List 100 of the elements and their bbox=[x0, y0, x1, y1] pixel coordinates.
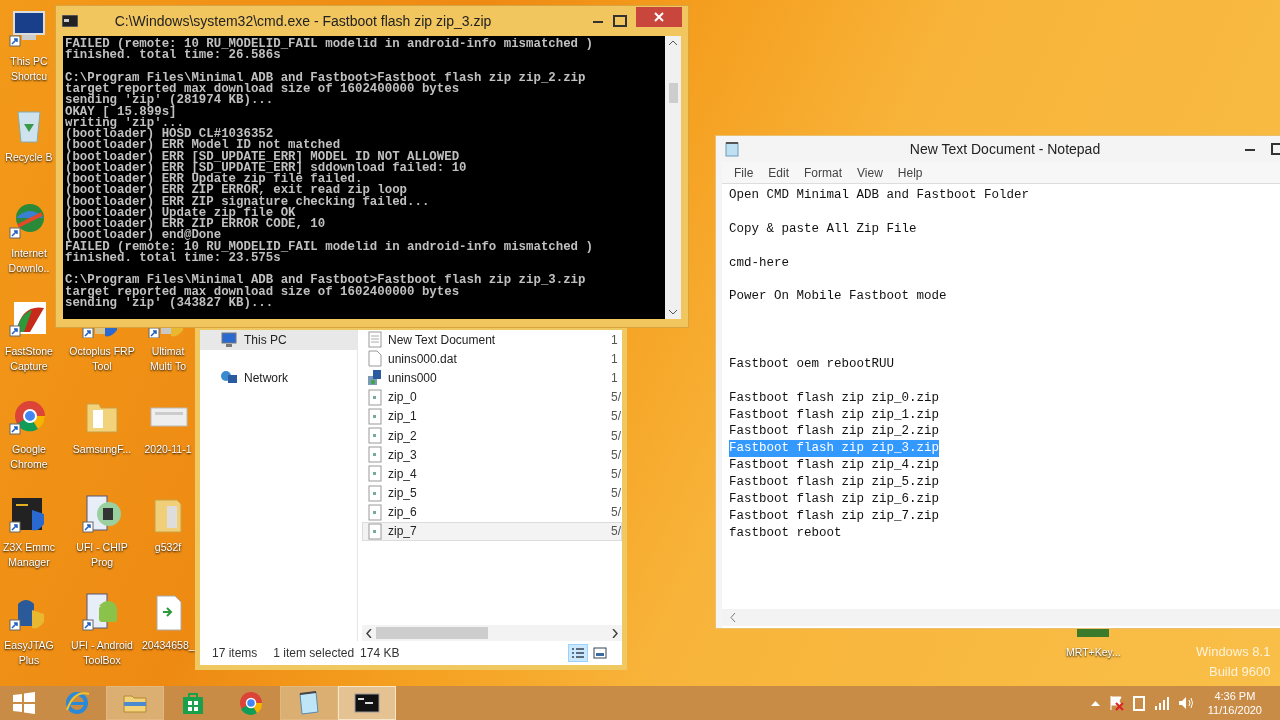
scroll-right-icon bbox=[612, 628, 618, 638]
watermark-text: Build 9600 bbox=[1208, 663, 1271, 681]
horizontal-scrollbar[interactable] bbox=[722, 609, 1280, 626]
console-line: (bootloader) ERR ZIP signature checking failed... bbox=[65, 196, 431, 208]
date-cell-text: 5/ bbox=[611, 485, 621, 503]
text-line: Power On Mobile Fastboot mode bbox=[729, 288, 947, 306]
window-title: New Text Document - Notepad bbox=[908, 139, 1102, 159]
console-line: sending 'zip' (281974 KB)... bbox=[65, 95, 275, 107]
nav-item[interactable]: Network bbox=[200, 368, 357, 388]
console-line: target reported max download size of 1602400000 bytes bbox=[65, 286, 461, 298]
device-icon[interactable] bbox=[1131, 695, 1146, 711]
chrome-icon bbox=[238, 690, 264, 716]
file-row[interactable]: zip_0 5/ bbox=[362, 387, 622, 407]
vertical-scrollbar[interactable] bbox=[665, 36, 681, 319]
console-line: C:\Program Files\Minimal ADB and Fastboot>Fastboot flash zip zip_3.zip bbox=[65, 275, 587, 287]
item-count: 17 items bbox=[212, 645, 258, 662]
text-line: Open CMD Minimal ADB and Fastboot Folder bbox=[729, 187, 1030, 204]
scroll-up-icon bbox=[669, 40, 677, 45]
file-row[interactable]: unins000.dat 1 bbox=[362, 349, 622, 369]
menu-item[interactable]: Edit bbox=[768, 163, 790, 182]
file-row[interactable]: zip_6 5/ bbox=[362, 502, 622, 522]
scrollbar-thumb[interactable] bbox=[376, 627, 488, 639]
text-line: Fastboot flash zip zip_1.zip bbox=[729, 406, 940, 424]
file-row[interactable]: zip_4 5/ bbox=[362, 464, 622, 484]
text-line: cmd-here bbox=[729, 254, 789, 272]
list-icon bbox=[571, 647, 585, 659]
date-cell-text: 5/ bbox=[611, 465, 621, 483]
console-icon bbox=[354, 690, 380, 716]
zip-file-icon bbox=[367, 522, 383, 540]
file-row[interactable]: zip_2 5/ bbox=[362, 425, 622, 446]
text-line: Copy & paste All Zip File bbox=[729, 220, 917, 238]
console-line: FAILED (remote: 10 RU_MODELID_FAIL modelid in android-info mismatched ) bbox=[65, 241, 594, 253]
date-cell-text: 1 bbox=[611, 350, 619, 368]
notepad-icon bbox=[724, 141, 740, 157]
file-row[interactable]: zip_7 5/ bbox=[362, 521, 622, 542]
file-row[interactable]: zip_3 5/ bbox=[362, 445, 622, 465]
flag-icon[interactable] bbox=[1107, 695, 1124, 711]
scrollbar-thumb[interactable] bbox=[668, 82, 678, 103]
text-line: Fastboot flash zip zip_4.zip bbox=[729, 457, 940, 475]
signal-icon[interactable] bbox=[1153, 696, 1170, 710]
console-line: (bootloader) ERR [SD_UPDATE_ERR] MODEL ID NOT ALLOWED bbox=[65, 151, 460, 163]
close-icon bbox=[654, 12, 664, 22]
text-line: Fastboot flash zip zip_6.zip bbox=[729, 491, 940, 508]
zip-file-icon bbox=[367, 484, 383, 502]
menu-item[interactable]: Help bbox=[897, 163, 923, 182]
zip-file-icon bbox=[367, 388, 383, 406]
text-line: Fastboot flash zip zip_2.zip bbox=[729, 423, 940, 441]
details-view-button[interactable] bbox=[568, 644, 588, 662]
internet-explorer-icon bbox=[64, 690, 90, 716]
text-line: Fastboot flash zip zip_5.zip bbox=[729, 474, 940, 492]
file-row[interactable]: zip_5 5/ bbox=[362, 483, 622, 503]
file-icon bbox=[367, 350, 383, 368]
zip-file-icon bbox=[367, 503, 383, 521]
date-cell-text: 5/ bbox=[611, 408, 621, 426]
store-icon bbox=[180, 690, 206, 716]
console-line: finished. total time: 26.586s bbox=[65, 50, 281, 62]
console-line: (bootloader) ERR ZIP ERROR, exit read zip loop bbox=[65, 185, 408, 197]
computer-icon bbox=[220, 332, 238, 348]
zip-file-icon bbox=[367, 446, 383, 464]
chevron-up-icon[interactable] bbox=[1090, 700, 1100, 706]
text-line: Fastboot flash zip zip_7.zip bbox=[729, 507, 940, 525]
date-cell-text: 5/ bbox=[611, 523, 621, 541]
menu-item[interactable]: Format bbox=[804, 163, 843, 182]
close-button[interactable] bbox=[636, 7, 682, 27]
console-line: (bootloader) end@Done bbox=[65, 230, 222, 242]
zip-file-icon bbox=[367, 427, 383, 445]
menu-item[interactable]: View bbox=[857, 163, 883, 182]
speaker-icon[interactable] bbox=[1177, 696, 1194, 710]
console-line: OKAY [ 15.899s] bbox=[65, 106, 177, 118]
windows-logo-icon bbox=[13, 692, 35, 714]
zip-file-icon bbox=[367, 407, 383, 425]
file-row[interactable]: zip_1 5/ bbox=[362, 406, 622, 426]
installer-icon bbox=[367, 369, 383, 387]
file-row[interactable]: New Text Document 1 bbox=[362, 330, 622, 350]
console-icon bbox=[62, 15, 78, 27]
image-icon bbox=[593, 647, 607, 659]
scroll-left-icon bbox=[366, 628, 372, 638]
nav-item[interactable]: This PC bbox=[200, 330, 357, 350]
horizontal-scrollbar[interactable] bbox=[362, 625, 622, 641]
console-line: (bootloader) Update zip file OK bbox=[65, 207, 296, 219]
chip-icon[interactable] bbox=[81, 494, 123, 534]
scroll-left-icon bbox=[730, 613, 736, 622]
selection-size: 174 KB bbox=[360, 645, 400, 662]
watermark-text: Windows 8.1 bbox=[1196, 643, 1271, 661]
console-line: writing 'zip'... bbox=[65, 117, 184, 129]
tiles-view-button[interactable] bbox=[590, 644, 610, 662]
selection-info: 1 item selected bbox=[273, 645, 355, 662]
text-line: Fastboot oem rebootRUU bbox=[729, 355, 895, 373]
network-icon bbox=[220, 370, 238, 386]
menu-item[interactable]: File bbox=[734, 163, 754, 182]
date-cell-text: 5/ bbox=[611, 504, 621, 522]
notepad-icon bbox=[296, 690, 322, 716]
date-cell-text: 5/ bbox=[611, 389, 621, 407]
text-line: Fastboot flash zip zip_0.zip bbox=[729, 389, 940, 407]
console-line: finished. total time: 23.575s bbox=[65, 252, 281, 264]
file-row[interactable]: unins000 1 bbox=[362, 368, 622, 388]
text-area[interactable] bbox=[722, 184, 1280, 628]
text-line: fastboot reboot bbox=[729, 524, 842, 542]
console-line: C:\Program Files\Minimal ADB and Fastboot>Fastboot flash zip zip_2.zip bbox=[65, 72, 587, 84]
date-cell-text: 5/ bbox=[611, 446, 621, 464]
